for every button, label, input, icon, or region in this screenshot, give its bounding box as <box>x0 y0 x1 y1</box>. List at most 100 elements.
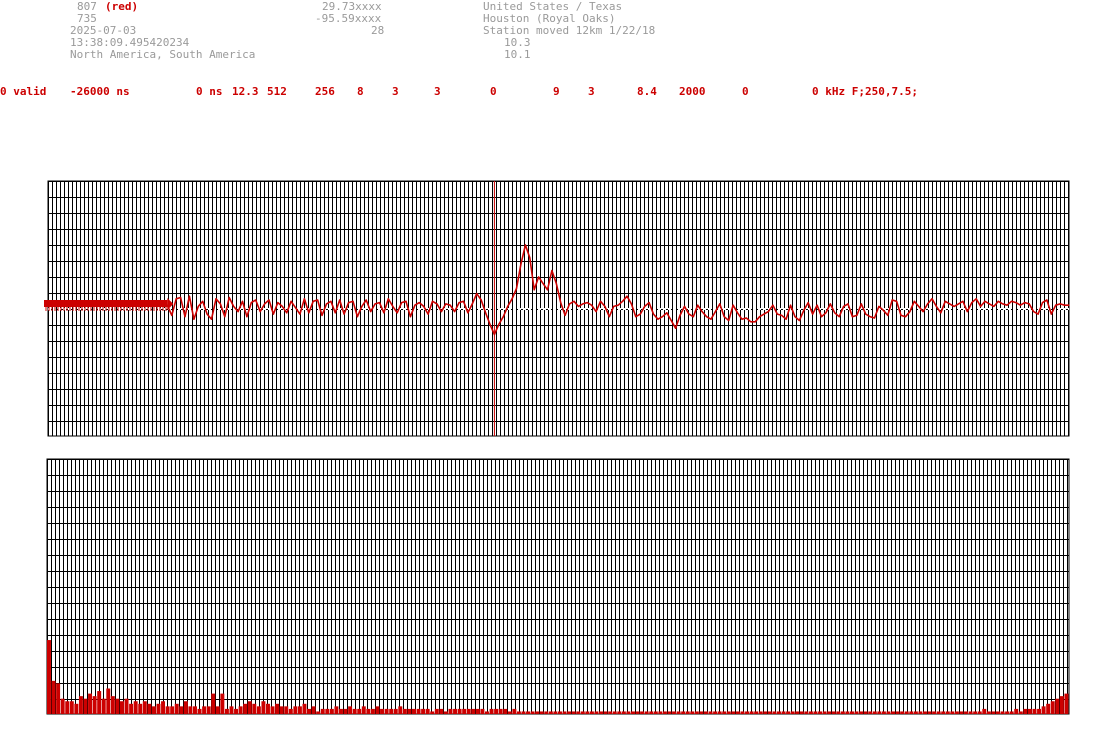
histogram-bar <box>151 706 156 714</box>
signal-point <box>1055 304 1057 306</box>
signal-point <box>414 304 416 306</box>
signal-point <box>975 298 977 300</box>
histogram-bar <box>818 711 823 714</box>
histogram-bar <box>831 711 836 714</box>
signal-point <box>599 300 602 302</box>
histogram-bar <box>881 711 886 714</box>
signal-point <box>931 298 933 300</box>
histogram-bar <box>211 693 216 714</box>
histogram-bar <box>174 703 179 714</box>
signal-point <box>546 289 549 291</box>
histogram-bar <box>485 711 489 714</box>
signal-point <box>255 299 257 301</box>
histogram-bar <box>1014 708 1019 714</box>
histogram-bar <box>161 701 166 714</box>
signal-point <box>507 305 509 308</box>
histogram-bar <box>56 683 61 714</box>
histogram-bar <box>735 711 740 714</box>
signal-point <box>962 300 964 302</box>
histogram-bar <box>877 711 882 714</box>
signal-point <box>767 310 770 313</box>
signal-point <box>820 316 823 318</box>
histogram-bar <box>649 711 654 714</box>
histogram-bar <box>215 706 220 714</box>
histogram-bar <box>238 706 243 714</box>
histogram-bar <box>302 703 307 714</box>
histogram-bar <box>170 706 175 714</box>
signal-point <box>909 310 911 313</box>
signal-point <box>865 313 867 315</box>
signal-point <box>980 305 982 308</box>
histogram-bar <box>900 711 905 714</box>
histogram-bar <box>808 711 813 714</box>
signal-point <box>343 313 345 315</box>
histogram-bar <box>722 711 727 714</box>
histogram-bar <box>690 711 695 714</box>
signal-point <box>193 318 195 320</box>
signal-point <box>347 302 350 304</box>
signal-point <box>953 305 955 308</box>
histogram-bar <box>635 711 640 714</box>
signal-point <box>586 302 588 304</box>
signal-point <box>489 323 491 325</box>
histogram-bar <box>1046 703 1051 714</box>
histogram-bar <box>936 711 941 714</box>
signal-point <box>334 312 336 314</box>
histogram-bar <box>786 711 791 714</box>
histogram-bar <box>106 688 111 714</box>
histogram-bar <box>224 708 229 714</box>
histogram-bar <box>512 708 517 714</box>
histogram-bar <box>1050 701 1055 714</box>
histogram-bar <box>562 711 567 714</box>
signal-point <box>630 303 633 305</box>
histogram-bar <box>507 711 512 714</box>
signal-point <box>834 312 836 314</box>
histogram-bar <box>859 711 864 714</box>
signal-point <box>1050 313 1052 315</box>
signal-point <box>869 316 871 318</box>
signal-point <box>286 312 288 314</box>
histogram-bar <box>653 711 658 714</box>
histogram-bar <box>398 706 403 714</box>
signal-point <box>626 295 628 297</box>
histogram-bar <box>78 696 83 714</box>
histogram-bar <box>261 701 266 714</box>
signal-point <box>679 314 681 316</box>
histogram-bar <box>252 703 257 714</box>
histogram-bar <box>621 711 626 714</box>
histogram-bar <box>726 711 731 714</box>
signal-point <box>635 316 637 318</box>
signal-point <box>458 302 460 304</box>
histogram-bar <box>1032 708 1037 714</box>
histogram-bar <box>704 711 708 714</box>
signal-point <box>290 300 292 302</box>
histogram-bar <box>425 708 430 714</box>
histogram-bar <box>412 708 416 714</box>
histogram-bar <box>516 711 521 714</box>
histogram-bar <box>443 711 448 714</box>
signal-point <box>467 312 469 314</box>
signal-point <box>829 303 831 305</box>
histogram-bar <box>480 708 485 714</box>
signal-point <box>736 312 739 314</box>
histogram-bar <box>320 708 325 714</box>
signal-point <box>745 317 747 319</box>
histogram-bar <box>1059 696 1064 714</box>
histogram-bar <box>279 706 284 714</box>
signal-point <box>551 270 553 272</box>
signal-point <box>944 300 946 302</box>
histogram-bar <box>165 706 170 714</box>
signal-point <box>361 305 363 308</box>
signal-point <box>900 314 902 316</box>
signal-point <box>683 305 686 308</box>
histogram-bar <box>662 711 667 714</box>
histogram-bar <box>731 711 736 714</box>
histogram-bar <box>270 706 275 714</box>
signal-point <box>330 300 332 302</box>
signal-point <box>617 304 619 306</box>
signal-point <box>374 303 376 305</box>
signal-point <box>591 304 593 306</box>
histogram-bar <box>612 711 617 714</box>
signal-point <box>825 312 827 314</box>
histogram-bar <box>142 701 147 714</box>
